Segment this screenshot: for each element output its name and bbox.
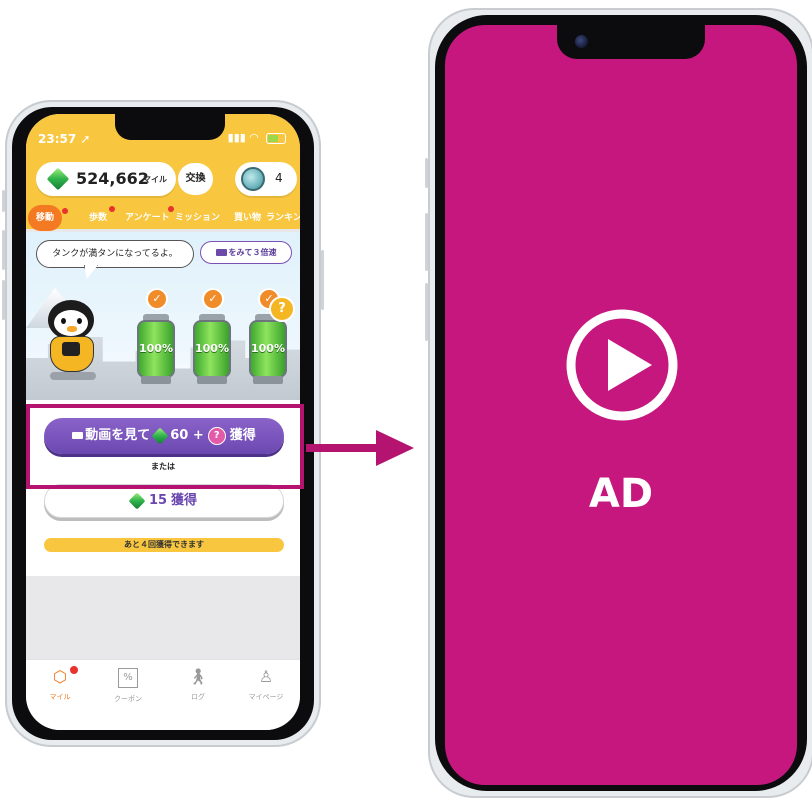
penguin-eye xyxy=(61,318,66,324)
tab-label: ランキン xyxy=(266,213,300,223)
tank-gauge: 100% xyxy=(247,314,289,384)
tab-shopping[interactable]: 買い物 xyxy=(234,205,261,231)
mute-switch xyxy=(425,158,428,188)
speech-bubble: タンクが満タンになってるよ。 xyxy=(36,240,194,268)
tabbar-label: ログ xyxy=(191,693,205,701)
right-phone: AD xyxy=(425,8,812,798)
penguin-eye xyxy=(77,318,82,324)
penguin-face xyxy=(54,310,88,336)
coupon-icon: % xyxy=(118,668,138,688)
notification-dot xyxy=(70,666,78,674)
bottom-tab-bar: ⬡ マイル % クーポン 🚶︎ ログ ♙ マイページ xyxy=(26,659,300,730)
watch-video-3x-speed-button[interactable]: をみて３倍速 xyxy=(200,241,292,264)
status-icons: ▮▮▮ ◠ xyxy=(228,131,286,144)
battery-icon xyxy=(266,132,286,144)
ad-screen[interactable]: AD xyxy=(445,25,797,785)
help-question-icon[interactable]: ? xyxy=(269,296,295,322)
tabbar-label: マイル xyxy=(49,693,71,701)
tab-mission[interactable]: ミッション xyxy=(175,205,220,231)
mute-switch xyxy=(2,190,5,212)
earn-suffix: 獲得 xyxy=(171,493,198,508)
tank-level: 100% xyxy=(137,320,175,378)
tank-scene: タンクが満タンになってるよ。 をみて３倍速 ✓ 100% ✓ 100% ✓ 10… xyxy=(26,232,300,400)
tabbar-item-coupon[interactable]: % クーポン xyxy=(100,668,156,704)
check-icon: ✓ xyxy=(202,288,224,310)
person-icon: ♙ xyxy=(258,667,274,686)
miles-unit: マイル xyxy=(143,175,167,184)
penguin-mascot xyxy=(44,300,102,380)
tab-label: 移動 xyxy=(36,213,55,223)
walker-icon: 🚶︎ xyxy=(187,667,209,686)
highlight-frame xyxy=(26,404,304,489)
penguin-stand xyxy=(50,372,96,380)
tank-base xyxy=(197,376,227,384)
speech-bubble-tail xyxy=(84,265,98,279)
volume-down-button xyxy=(425,283,428,341)
status-time: 23:57 ➚ xyxy=(38,132,90,146)
notch xyxy=(115,114,225,140)
arrow-right-icon xyxy=(306,430,414,466)
penguin-logo xyxy=(62,342,80,356)
video-icon xyxy=(215,249,227,256)
tank-level: 100% xyxy=(193,320,231,378)
power-button xyxy=(321,250,324,310)
volume-up-button xyxy=(2,230,5,270)
exchange-button[interactable]: 交換 xyxy=(178,163,213,195)
miles-balance[interactable]: 524,662 マイル xyxy=(36,162,176,196)
tabbar-label: マイページ xyxy=(248,693,284,701)
notification-dot xyxy=(168,206,174,212)
tab-move[interactable]: 移動 xyxy=(28,205,63,231)
check-icon: ✓ xyxy=(146,288,168,310)
tabbar-item-miles[interactable]: ⬡ マイル xyxy=(32,668,88,702)
gem-icon xyxy=(128,492,146,509)
volume-down-button xyxy=(2,280,5,320)
tank-base xyxy=(253,376,283,384)
remaining-count-bar: あと４回獲得できます xyxy=(44,538,284,552)
tabbar-label: クーポン xyxy=(114,695,142,703)
location-arrow-icon: ➚ xyxy=(80,132,91,146)
tab-steps[interactable]: 歩数 xyxy=(89,205,107,231)
tank-gauge: 100% xyxy=(135,314,177,384)
tab-label: ミッション xyxy=(175,213,221,223)
wifi-icon: ◠ xyxy=(249,131,259,144)
miles-value: 524,662 xyxy=(76,169,149,188)
tabbar-item-log[interactable]: 🚶︎ ログ xyxy=(170,668,226,702)
tab-survey[interactable]: アンケート xyxy=(125,205,170,231)
coin-icon xyxy=(241,167,265,191)
watch-3x-label: をみて３倍速 xyxy=(228,248,277,257)
category-tabs: 移動 歩数 アンケート ミッション 買い物 ランキン xyxy=(26,205,300,231)
tank-base xyxy=(141,376,171,384)
play-circle-icon[interactable] xyxy=(566,309,678,421)
tab-label: 買い物 xyxy=(234,213,262,223)
earn-amount: 15 xyxy=(148,493,168,508)
earn-15-button[interactable]: 15 獲得 xyxy=(44,484,284,518)
notification-dot xyxy=(62,208,68,214)
signal-icon: ▮▮▮ xyxy=(227,131,246,144)
token-count: 4 xyxy=(275,171,283,185)
penguin-beak xyxy=(67,326,77,332)
tab-ranking[interactable]: ランキン xyxy=(266,205,300,231)
volume-up-button xyxy=(425,213,428,271)
tank-level: 100% xyxy=(249,320,287,378)
ad-label: AD xyxy=(588,471,654,517)
tabbar-item-mypage[interactable]: ♙ マイページ xyxy=(238,668,294,702)
status-time-text: 23:57 xyxy=(38,132,77,146)
tank-gauge: 100% xyxy=(191,314,233,384)
gem-icon xyxy=(46,167,70,191)
tab-label: 歩数 xyxy=(89,213,108,223)
token-balance[interactable]: 4 xyxy=(235,162,297,196)
tab-label: アンケート xyxy=(125,213,170,223)
notification-dot xyxy=(109,206,115,212)
hexagon-icon: ⬡ xyxy=(53,667,67,686)
front-camera xyxy=(575,35,588,48)
